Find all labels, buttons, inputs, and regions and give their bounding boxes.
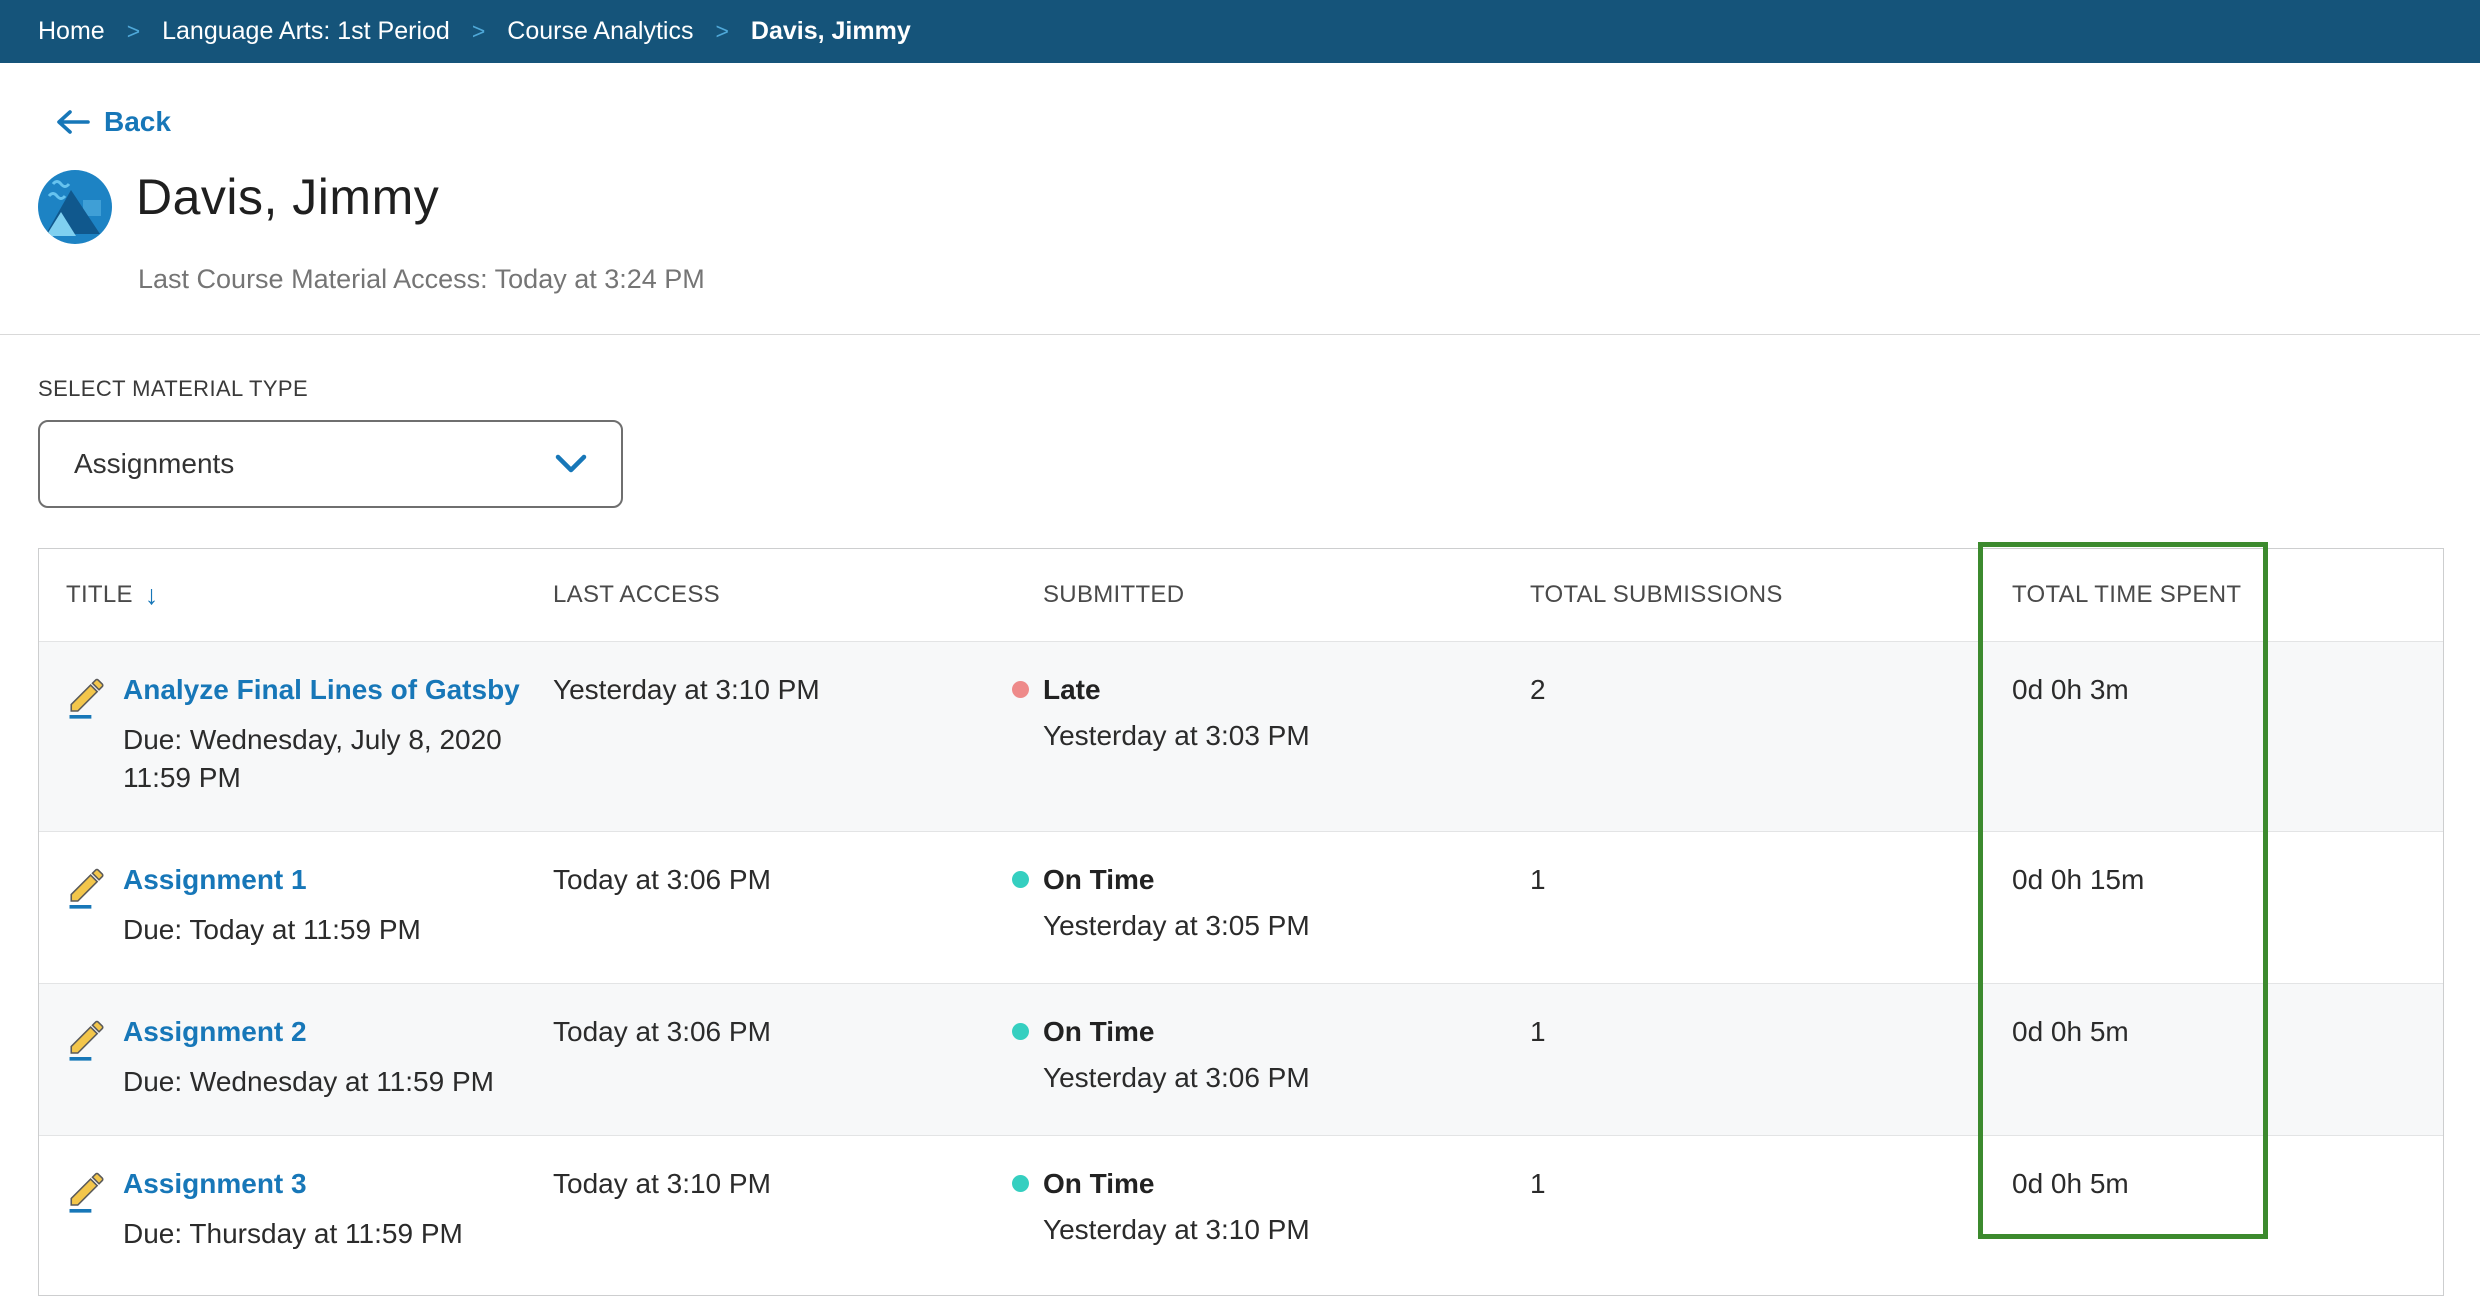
column-header-submitted[interactable]: SUBMITTED [1043, 581, 1530, 609]
submission-status: On Time [1043, 1014, 1510, 1050]
arrow-left-icon [55, 109, 91, 135]
breadcrumb-separator: > [715, 18, 728, 45]
last-access-value: Today at 3:06 PM [553, 862, 1043, 949]
assignment-title-link[interactable]: Analyze Final Lines of Gatsby [123, 672, 523, 708]
assignment-title-link[interactable]: Assignment 3 [123, 1166, 463, 1202]
total-submissions-value: 1 [1530, 1014, 2012, 1101]
breadcrumb-item-home[interactable]: Home [38, 17, 105, 46]
table-row: Assignment 2 Due: Wednesday at 11:59 PM … [39, 983, 2443, 1135]
table-row: Analyze Final Lines of Gatsby Due: Wedne… [39, 641, 2443, 831]
breadcrumb-item-course[interactable]: Language Arts: 1st Period [162, 17, 450, 46]
breadcrumb-item-student: Davis, Jimmy [751, 17, 911, 46]
total-time-spent-value: 0d 0h 15m [2012, 862, 2443, 949]
total-submissions-value: 1 [1530, 862, 2012, 949]
last-access-value: Yesterday at 3:10 PM [553, 672, 1043, 797]
chevron-down-icon [555, 454, 587, 474]
breadcrumb-separator: > [127, 18, 140, 45]
total-submissions-value: 1 [1530, 1166, 2012, 1261]
material-type-label: SELECT MATERIAL TYPE [38, 376, 308, 402]
total-time-spent-value: 0d 0h 3m [2012, 672, 2443, 797]
status-dot-icon [1012, 1175, 1029, 1192]
assignments-table: TITLE ↓ LAST ACCESS SUBMITTED TOTAL SUBM… [38, 548, 2444, 1296]
status-dot-icon [1012, 871, 1029, 888]
submission-time: Yesterday at 3:03 PM [1043, 718, 1510, 754]
assignment-due-date: Due: Today at 11:59 PM [123, 911, 421, 949]
sort-arrow-down-icon: ↓ [145, 582, 159, 609]
submission-status: On Time [1043, 862, 1510, 898]
submission-time: Yesterday at 3:10 PM [1043, 1212, 1510, 1248]
assignment-title-link[interactable]: Assignment 2 [123, 1014, 494, 1050]
page-title-student-name: Davis, Jimmy [136, 168, 439, 226]
material-type-selected-value: Assignments [74, 448, 234, 480]
breadcrumb-item-analytics[interactable]: Course Analytics [507, 17, 693, 46]
avatar [38, 170, 112, 244]
submission-status: On Time [1043, 1166, 1510, 1202]
back-button[interactable]: Back [55, 106, 171, 138]
last-access-value: Today at 3:10 PM [553, 1166, 1043, 1261]
back-label: Back [104, 106, 171, 138]
submission-time: Yesterday at 3:05 PM [1043, 908, 1510, 944]
pencil-icon [66, 864, 108, 910]
total-time-spent-value: 0d 0h 5m [2012, 1014, 2443, 1101]
pencil-icon [66, 674, 108, 720]
divider [0, 334, 2480, 335]
pencil-icon [66, 1168, 108, 1214]
column-header-title[interactable]: TITLE ↓ [39, 581, 553, 609]
status-dot-icon [1012, 681, 1029, 698]
total-time-spent-value: 0d 0h 5m [2012, 1166, 2443, 1261]
column-header-last-access[interactable]: LAST ACCESS [553, 581, 1043, 609]
breadcrumb-separator: > [472, 18, 485, 45]
pencil-icon [66, 1016, 108, 1062]
last-access-value: Today at 3:06 PM [553, 1014, 1043, 1101]
column-header-total-submissions[interactable]: TOTAL SUBMISSIONS [1530, 581, 2012, 609]
total-submissions-value: 2 [1530, 672, 2012, 797]
breadcrumb: Home > Language Arts: 1st Period > Cours… [0, 0, 2480, 63]
material-type-select[interactable]: Assignments [38, 420, 623, 508]
submission-time: Yesterday at 3:06 PM [1043, 1060, 1510, 1096]
assignment-due-date: Due: Wednesday at 11:59 PM [123, 1063, 494, 1101]
table-row: Assignment 1 Due: Today at 11:59 PM Toda… [39, 831, 2443, 983]
assignment-due-date: Due: Wednesday, July 8, 2020 11:59 PM [123, 721, 523, 797]
assignment-title-link[interactable]: Assignment 1 [123, 862, 421, 898]
status-dot-icon [1012, 1023, 1029, 1040]
submission-status: Late [1043, 672, 1510, 708]
last-course-material-access: Last Course Material Access: Today at 3:… [138, 264, 705, 295]
column-header-total-time-spent[interactable]: TOTAL TIME SPENT [2012, 581, 2443, 609]
table-header-row: TITLE ↓ LAST ACCESS SUBMITTED TOTAL SUBM… [39, 549, 2443, 641]
table-body: Analyze Final Lines of Gatsby Due: Wedne… [39, 641, 2443, 1295]
assignment-due-date: Due: Thursday at 11:59 PM [123, 1215, 463, 1253]
table-row: Assignment 3 Due: Thursday at 11:59 PM T… [39, 1135, 2443, 1295]
